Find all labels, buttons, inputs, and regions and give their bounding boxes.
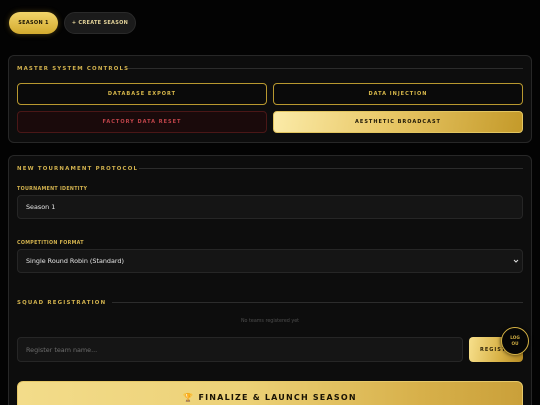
tournament-identity-input[interactable]: Season 1 <box>17 195 523 219</box>
competition-format-label: COMPETITION FORMAT <box>17 241 84 246</box>
divider <box>112 302 523 303</box>
divider <box>128 68 523 69</box>
finalize-launch-button[interactable]: 🏆 FINALIZE & LAUNCH SEASON <box>17 381 523 405</box>
divider <box>139 168 523 169</box>
launch-label: FINALIZE & LAUNCH SEASON <box>198 393 357 402</box>
tournament-panel <box>8 155 532 405</box>
data-injection-button[interactable]: DATA INJECTION <box>273 83 523 105</box>
tournament-title: NEW TOURNAMENT PROTOCOL <box>17 166 139 172</box>
empty-teams-note: No teams registered yet <box>240 319 300 324</box>
create-season-button[interactable]: + CREATE SEASON <box>64 12 136 34</box>
chevron-down-icon <box>513 259 519 263</box>
trophy-icon: 🏆 <box>183 393 195 402</box>
aesthetic-broadcast-button[interactable]: AESTHETIC BROADCAST <box>273 111 523 133</box>
season-1-tab[interactable]: SEASON 1 <box>9 12 58 34</box>
competition-format-select[interactable]: Single Round Robin (Standard) <box>17 249 523 273</box>
database-export-button[interactable]: DATABASE EXPORT <box>17 83 267 105</box>
tournament-identity-label: TOURNAMENT IDENTITY <box>17 187 88 192</box>
team-name-input[interactable]: Register team name... <box>17 337 463 362</box>
factory-reset-button[interactable]: FACTORY DATA RESET <box>17 111 267 133</box>
format-selected-value: Single Round Robin (Standard) <box>26 257 124 265</box>
logout-button[interactable]: LOG OU <box>501 327 529 355</box>
logout-label-line2: OU <box>511 341 519 346</box>
master-controls-title: MASTER SYSTEM CONTROLS <box>17 66 130 72</box>
squad-registration-title: SQUAD REGISTRATION <box>17 300 107 306</box>
